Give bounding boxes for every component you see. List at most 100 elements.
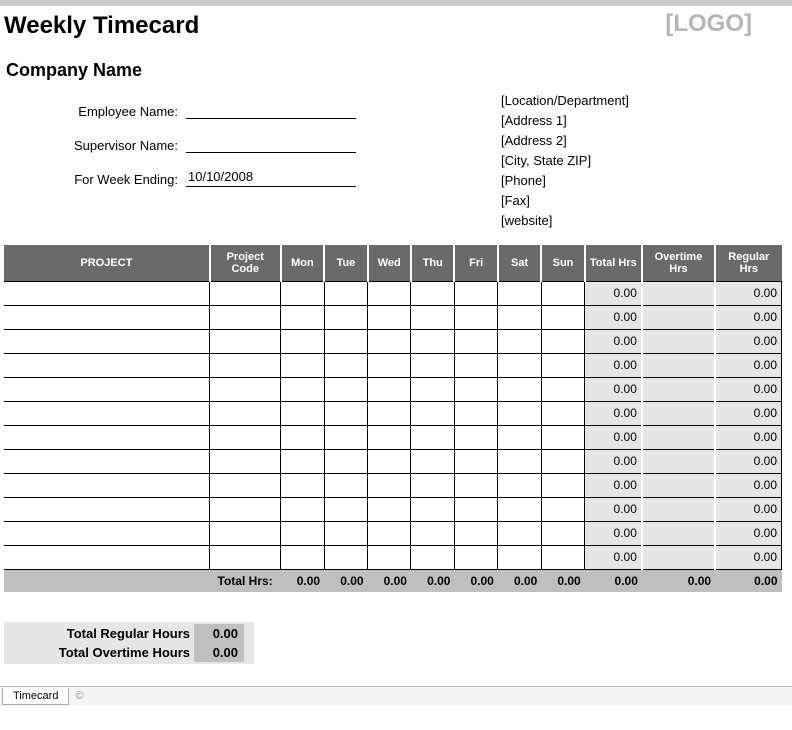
cell-project[interactable] [4,521,210,545]
cell-sat[interactable] [498,377,541,401]
cell-sun[interactable] [541,377,584,401]
cell-project-code[interactable] [210,473,281,497]
cell-wed[interactable] [368,281,411,305]
cell-project-code[interactable] [210,281,281,305]
cell-project[interactable] [4,425,210,449]
cell-overtime-hrs[interactable] [642,305,715,329]
week-ending-input[interactable]: 10/10/2008 [186,169,356,187]
cell-sun[interactable] [541,281,584,305]
cell-sat[interactable] [498,281,541,305]
cell-project[interactable] [4,497,210,521]
cell-mon[interactable] [281,545,324,569]
cell-thu[interactable] [411,425,454,449]
cell-wed[interactable] [368,353,411,377]
cell-mon[interactable] [281,329,324,353]
cell-mon[interactable] [281,353,324,377]
cell-thu[interactable] [411,353,454,377]
cell-tue[interactable] [324,305,367,329]
cell-sun[interactable] [541,425,584,449]
cell-project[interactable] [4,377,210,401]
cell-wed[interactable] [368,329,411,353]
cell-overtime-hrs[interactable] [642,377,715,401]
cell-sun[interactable] [541,353,584,377]
supervisor-name-input[interactable] [186,135,356,153]
cell-thu[interactable] [411,329,454,353]
cell-sat[interactable] [498,521,541,545]
cell-overtime-hrs[interactable] [642,473,715,497]
cell-sun[interactable] [541,521,584,545]
cell-fri[interactable] [454,377,497,401]
cell-thu[interactable] [411,521,454,545]
cell-mon[interactable] [281,497,324,521]
sheet-tab-timecard[interactable]: Timecard [2,688,69,705]
cell-project-code[interactable] [210,545,281,569]
cell-thu[interactable] [411,497,454,521]
cell-overtime-hrs[interactable] [642,497,715,521]
cell-project-code[interactable] [210,425,281,449]
cell-tue[interactable] [324,401,367,425]
cell-mon[interactable] [281,305,324,329]
cell-project[interactable] [4,449,210,473]
cell-tue[interactable] [324,353,367,377]
employee-name-input[interactable] [186,101,356,119]
cell-overtime-hrs[interactable] [642,521,715,545]
cell-tue[interactable] [324,497,367,521]
cell-sun[interactable] [541,305,584,329]
cell-thu[interactable] [411,449,454,473]
cell-tue[interactable] [324,329,367,353]
cell-project-code[interactable] [210,401,281,425]
cell-wed[interactable] [368,473,411,497]
cell-mon[interactable] [281,521,324,545]
cell-sun[interactable] [541,449,584,473]
cell-sun[interactable] [541,497,584,521]
cell-fri[interactable] [454,497,497,521]
cell-fri[interactable] [454,473,497,497]
cell-project-code[interactable] [210,449,281,473]
cell-tue[interactable] [324,425,367,449]
cell-overtime-hrs[interactable] [642,449,715,473]
cell-mon[interactable] [281,377,324,401]
cell-thu[interactable] [411,281,454,305]
cell-wed[interactable] [368,449,411,473]
cell-sat[interactable] [498,449,541,473]
cell-project-code[interactable] [210,305,281,329]
cell-sat[interactable] [498,305,541,329]
cell-fri[interactable] [454,449,497,473]
cell-sat[interactable] [498,425,541,449]
cell-sat[interactable] [498,401,541,425]
cell-fri[interactable] [454,353,497,377]
cell-fri[interactable] [454,281,497,305]
cell-project[interactable] [4,545,210,569]
cell-project[interactable] [4,353,210,377]
cell-sun[interactable] [541,329,584,353]
cell-wed[interactable] [368,497,411,521]
cell-fri[interactable] [454,305,497,329]
cell-wed[interactable] [368,377,411,401]
cell-overtime-hrs[interactable] [642,545,715,569]
cell-tue[interactable] [324,521,367,545]
cell-fri[interactable] [454,401,497,425]
cell-fri[interactable] [454,329,497,353]
cell-fri[interactable] [454,521,497,545]
cell-overtime-hrs[interactable] [642,401,715,425]
cell-sat[interactable] [498,329,541,353]
cell-wed[interactable] [368,305,411,329]
cell-sat[interactable] [498,497,541,521]
cell-wed[interactable] [368,545,411,569]
cell-tue[interactable] [324,473,367,497]
cell-wed[interactable] [368,521,411,545]
cell-sat[interactable] [498,473,541,497]
cell-tue[interactable] [324,377,367,401]
cell-fri[interactable] [454,425,497,449]
cell-sat[interactable] [498,353,541,377]
cell-project[interactable] [4,305,210,329]
cell-mon[interactable] [281,281,324,305]
sheet-tab-extra[interactable]: © [69,690,89,702]
cell-tue[interactable] [324,281,367,305]
cell-project[interactable] [4,473,210,497]
cell-wed[interactable] [368,425,411,449]
cell-project-code[interactable] [210,353,281,377]
cell-project-code[interactable] [210,377,281,401]
cell-overtime-hrs[interactable] [642,329,715,353]
cell-sat[interactable] [498,545,541,569]
